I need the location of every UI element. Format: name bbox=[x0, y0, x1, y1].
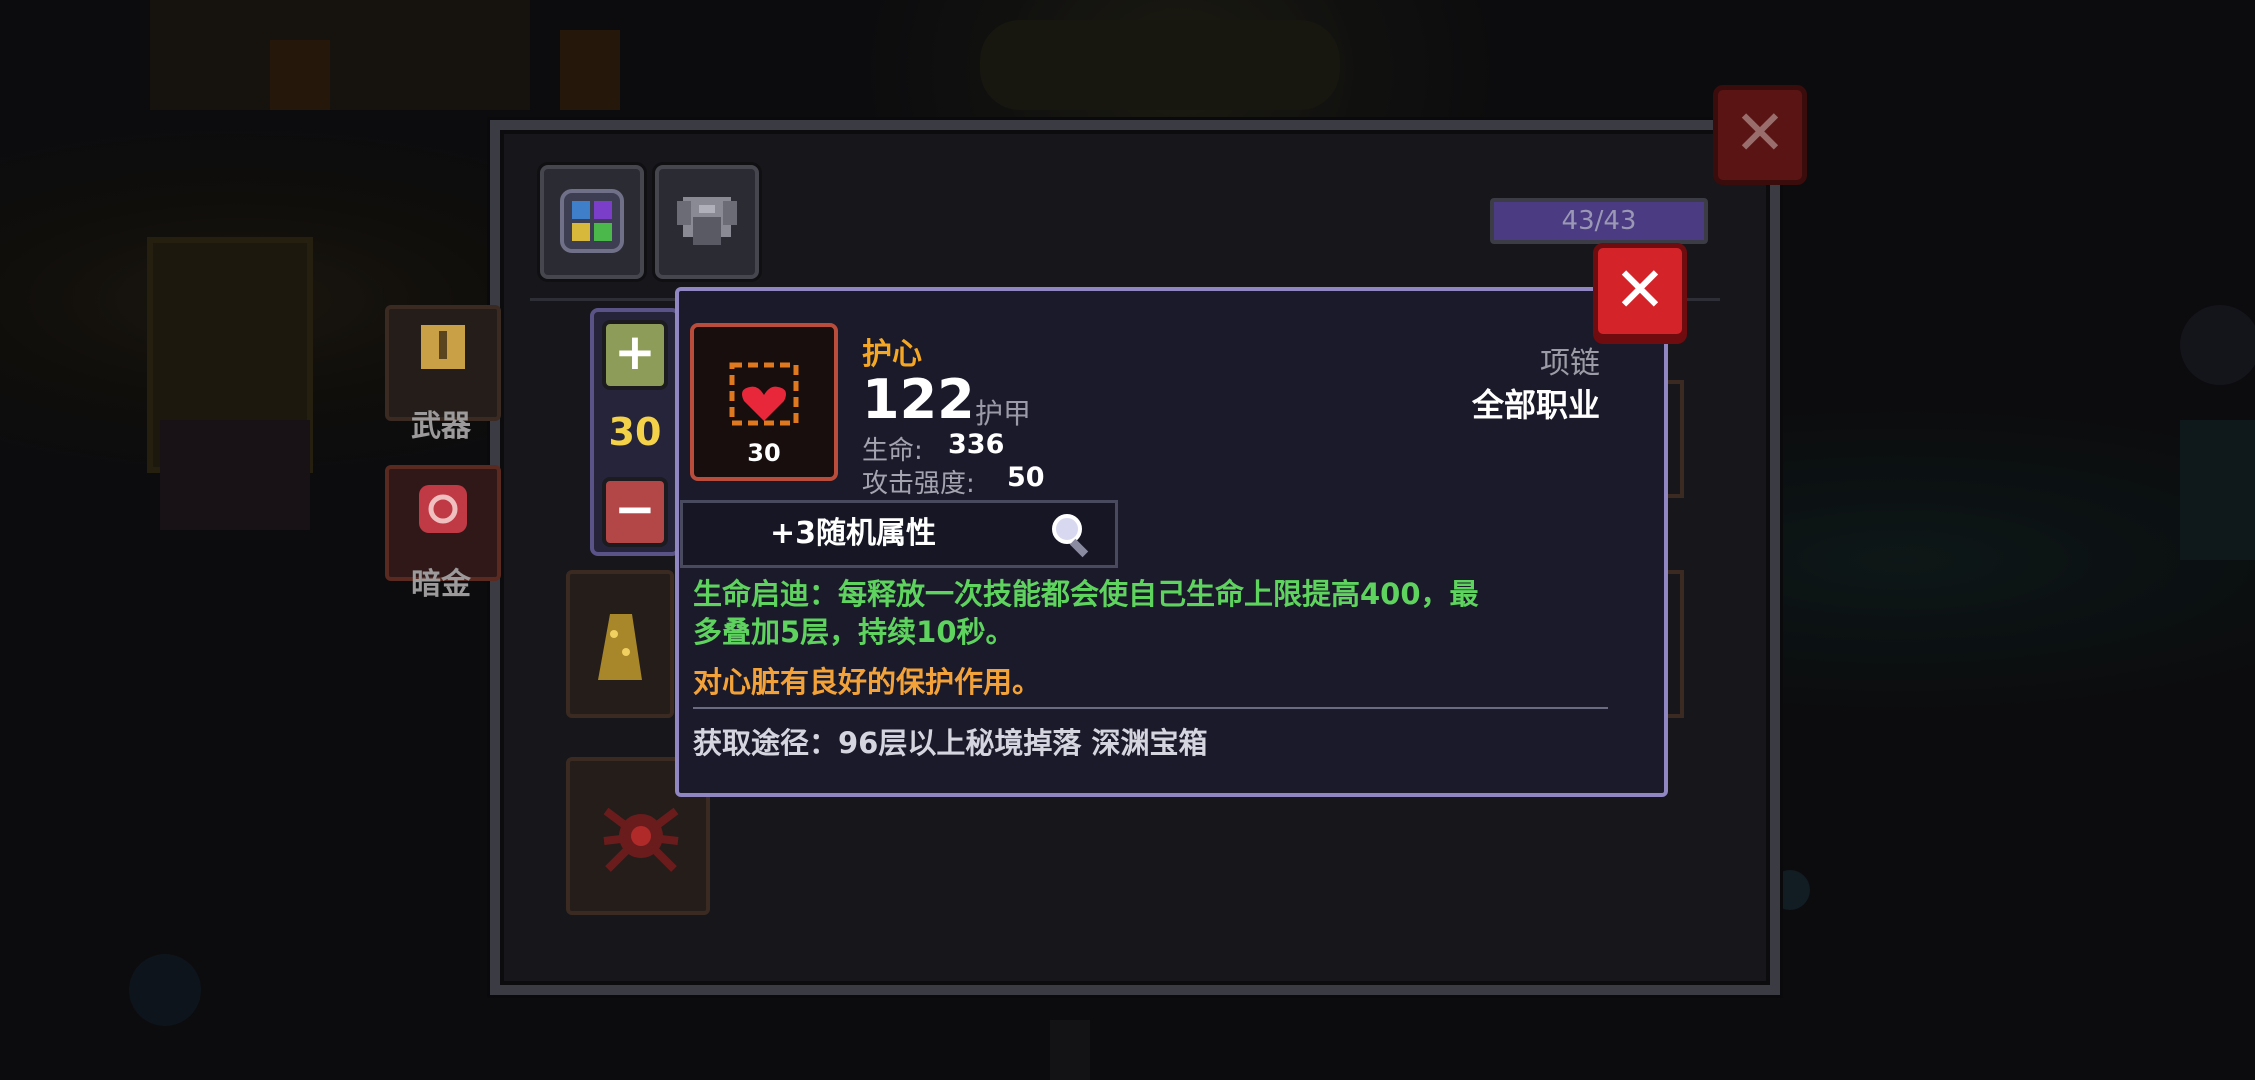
side-slot-label: 武器 bbox=[411, 409, 471, 444]
item-name: 护心 bbox=[862, 337, 922, 372]
item-icon-frame: 30 bbox=[690, 323, 838, 481]
item-flavor-text: 对心脏有良好的保护作用。 bbox=[693, 665, 1042, 699]
magnifier-icon[interactable] bbox=[1049, 511, 1097, 563]
close-icon: ✕ bbox=[1614, 253, 1666, 326]
decrease-button[interactable]: − bbox=[602, 477, 668, 547]
tab-potions[interactable] bbox=[540, 165, 644, 279]
armor-value: 122 bbox=[862, 368, 975, 431]
item-effect-line: 生命启迪：每释放一次技能都会使自己生命上限提高400，最 bbox=[693, 577, 1479, 611]
item-effect: 生命启迪：每释放一次技能都会使自己生命上限提高400，最 多叠加5层，持续10秒… bbox=[693, 575, 1603, 651]
potion-grid-icon bbox=[558, 187, 626, 259]
increase-button[interactable]: + bbox=[602, 320, 668, 390]
stat-label: 攻击强度: bbox=[862, 469, 975, 499]
heart-guard-icon bbox=[724, 359, 804, 435]
armor-icon bbox=[673, 187, 741, 259]
panel-close-button[interactable]: ✕ bbox=[1713, 85, 1807, 185]
side-slot-weapon[interactable]: 武器 bbox=[385, 305, 501, 444]
close-icon: ✕ bbox=[1734, 96, 1786, 169]
capacity-text: 43/43 bbox=[1561, 206, 1637, 236]
quantity-value: 30 bbox=[608, 410, 662, 454]
random-attributes-text: +3随机属性 bbox=[769, 516, 936, 551]
side-slot-label: 暗金 bbox=[411, 567, 471, 602]
random-attributes-row[interactable]: +3随机属性 bbox=[680, 500, 1118, 568]
side-slot-dark-gold[interactable]: 暗金 bbox=[385, 465, 501, 602]
spider-icon bbox=[596, 791, 686, 885]
quantity-stepper: + 30 − bbox=[590, 308, 680, 556]
item-source: 获取途径：96层以上秘境掉落 深渊宝箱 bbox=[693, 726, 1208, 760]
item-classes: 全部职业 bbox=[1471, 386, 1600, 424]
stat-value: 336 bbox=[948, 429, 1005, 460]
sword-icon bbox=[419, 323, 467, 377]
item-level: 30 bbox=[747, 439, 781, 467]
item-effect-line: 多叠加5层，持续10秒。 bbox=[693, 615, 1015, 649]
minus-icon: − bbox=[614, 480, 656, 538]
plus-icon: + bbox=[614, 323, 656, 381]
armor-label: 护甲 bbox=[975, 397, 1032, 430]
gold-pile-icon bbox=[592, 604, 648, 688]
necklace-icon bbox=[417, 483, 469, 539]
inventory-slot[interactable] bbox=[566, 570, 674, 718]
tooltip-close-button[interactable]: ✕ bbox=[1593, 243, 1687, 339]
tooltip-divider bbox=[693, 707, 1608, 709]
stat-label: 生命: bbox=[862, 436, 923, 466]
stat-value: 50 bbox=[1007, 462, 1045, 493]
capacity-bar: 43/43 bbox=[1490, 198, 1708, 244]
tab-armor[interactable] bbox=[655, 165, 759, 279]
item-slot-type: 项链 bbox=[1540, 346, 1600, 381]
